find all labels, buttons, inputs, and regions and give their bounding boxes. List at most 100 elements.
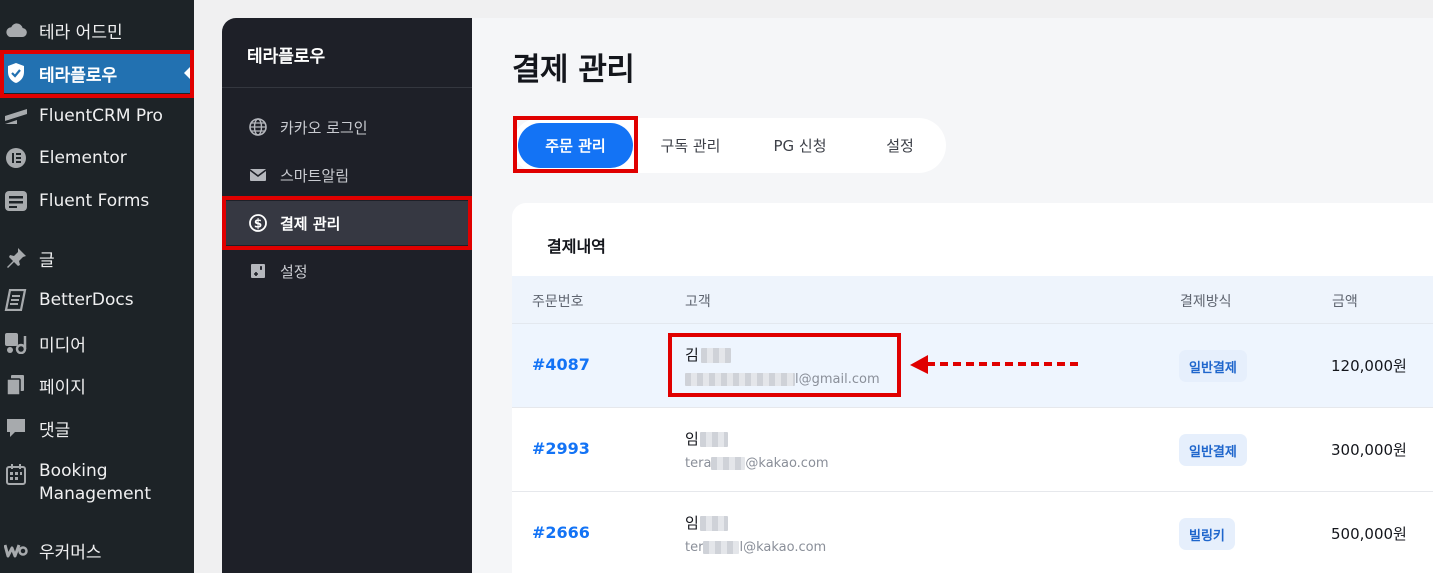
column-header-customer: 고객 [685, 294, 711, 310]
divider [222, 87, 472, 88]
customer-name-text: 임 [685, 514, 699, 532]
wp-menu-pages[interactable]: 페이지 [0, 365, 194, 405]
shield-icon [4, 61, 28, 85]
settings-icon [248, 261, 268, 281]
customer-name: 김 [685, 344, 731, 365]
customer-email-text: l@kakao.com [739, 540, 827, 555]
wp-menu-label-line2: Management [39, 484, 151, 504]
column-header-payment-method: 결제방식 [1180, 294, 1232, 310]
column-header-amount: 금액 [1332, 294, 1358, 310]
customer-email: tera @kakao.com [685, 456, 829, 471]
wp-menu-label: 글 [39, 250, 55, 271]
betterdocs-icon [4, 288, 28, 312]
plugin-sidebar: 테라플로우 카카오 로그인 스마트알림 $ 결제 관리 설정 [222, 18, 472, 573]
column-header-order-number: 주문번호 [532, 294, 584, 310]
main-content: 결제 관리 주문 관리 구독 관리 PG 신청 설정 결제내역 주문번호 고객 … [472, 18, 1433, 573]
plugin-nav-label: 설정 [280, 262, 308, 281]
customer-email-prefix: ter [685, 540, 704, 555]
amount-value: 120,000원 [1331, 357, 1407, 375]
active-menu-arrow [184, 67, 190, 79]
calendar-icon [4, 462, 28, 486]
wp-menu-label-line1: Booking [39, 461, 108, 481]
blurred-text [703, 541, 740, 554]
card-title: 결제내역 [547, 237, 606, 256]
payment-method-badge: 일반결제 [1179, 434, 1247, 466]
plugin-nav-kakao-login[interactable]: 카카오 로그인 [226, 105, 468, 149]
cloud-icon [4, 18, 28, 42]
pin-icon [4, 246, 28, 270]
plugin-nav-smart-alert[interactable]: 스마트알림 [226, 153, 468, 197]
wp-menu-label: 페이지 [39, 377, 86, 398]
plugin-nav-label: 카카오 로그인 [280, 118, 368, 137]
tab-order-management[interactable]: 주문 관리 [518, 123, 633, 168]
tab-pg-application[interactable]: PG 신청 [752, 123, 848, 168]
tab-subscription-management[interactable]: 구독 관리 [639, 123, 742, 168]
customer-name-text: 김 [685, 346, 699, 364]
order-number-link[interactable]: #4087 [532, 355, 590, 374]
amount-value: 300,000원 [1331, 441, 1407, 459]
blurred-text [699, 432, 728, 447]
wp-menu-posts[interactable]: 글 [0, 238, 194, 278]
plugin-nav-label: 스마트알림 [280, 166, 350, 185]
wp-menu-label: FluentCRM Pro [39, 106, 163, 126]
plugin-nav-settings[interactable]: 설정 [226, 249, 468, 293]
customer-email-prefix: tera [685, 456, 712, 471]
blurred-text [700, 348, 731, 363]
amount-value: 500,000원 [1331, 525, 1407, 543]
wp-menu-teraflow[interactable]: 테라플로우 [0, 53, 194, 93]
plugin-nav-label: 결제 관리 [280, 214, 341, 233]
plugin-nav-payment-management[interactable]: $ 결제 관리 [226, 201, 468, 245]
wp-menu-label: 미디어 [39, 335, 86, 356]
wp-menu-comments[interactable]: 댓글 [0, 408, 194, 448]
customer-email: ter l@kakao.com [685, 540, 826, 555]
fluentcrm-icon [4, 104, 28, 128]
elementor-icon [4, 146, 28, 170]
dollar-icon: $ [248, 213, 268, 233]
comment-icon [4, 416, 28, 440]
wp-menu-elementor[interactable]: Elementor [0, 138, 194, 178]
dashed-arrow-annotation [910, 355, 1078, 374]
wp-menu-label: 우커머스 [39, 542, 102, 563]
payment-method-badge: 일반결제 [1179, 350, 1247, 382]
tab-settings[interactable]: 설정 [858, 123, 942, 168]
wp-menu-betterdocs[interactable]: BetterDocs [0, 280, 194, 320]
order-number-link[interactable]: #2666 [532, 523, 590, 542]
wp-menu-woocommerce[interactable]: 우커머스 [0, 530, 194, 570]
mail-icon [248, 165, 268, 185]
customer-name-text: 임 [685, 430, 699, 448]
blurred-text [699, 516, 728, 531]
order-number-link[interactable]: #2993 [532, 439, 590, 458]
wp-menu-label: Fluent Forms [39, 191, 150, 211]
plugin-title: 테라플로우 [247, 47, 326, 67]
table-row[interactable]: #2666 임 ter l@kakao.com 빌링키 500,000원 [512, 492, 1433, 573]
wp-menu-label: Elementor [39, 148, 127, 168]
fluent-forms-icon [4, 189, 28, 213]
wp-menu-tera-admin[interactable]: 테라 어드민 [0, 10, 194, 50]
wp-menu-media[interactable]: 미디어 [0, 323, 194, 363]
tab-bar: 주문 관리 구독 관리 PG 신청 설정 [512, 118, 946, 173]
customer-name: 임 [685, 512, 728, 533]
page-title: 결제 관리 [512, 52, 635, 88]
blurred-text [685, 373, 795, 386]
table-row[interactable]: #2993 임 tera @kakao.com 일반결제 300,000원 [512, 408, 1433, 492]
media-icon [4, 331, 28, 355]
customer-email-text: l@gmail.com [795, 372, 880, 387]
wp-menu-fluentcrm[interactable]: FluentCRM Pro [0, 96, 194, 136]
pages-icon [4, 373, 28, 397]
wp-menu-label: 테라 어드민 [39, 22, 123, 43]
customer-email: l@gmail.com [685, 372, 880, 387]
woocommerce-icon [4, 538, 28, 562]
wp-menu-label: 테라플로우 [39, 65, 118, 86]
svg-text:$: $ [254, 217, 262, 231]
payment-method-badge: 빌링키 [1179, 518, 1235, 550]
payment-history-card: 결제내역 주문번호 고객 결제방식 금액 #4087 김 l@gmail.com… [512, 203, 1433, 573]
wp-admin-sidebar: 테라 어드민 테라플로우 FluentCRM Pro Elementor Flu… [0, 0, 194, 573]
customer-name: 임 [685, 428, 728, 449]
blurred-text [711, 457, 746, 470]
wp-menu-label: 댓글 [39, 420, 71, 441]
globe-icon [248, 117, 268, 137]
wp-menu-booking-management[interactable]: Booking Management [0, 460, 194, 514]
wp-menu-fluent-forms[interactable]: Fluent Forms [0, 181, 194, 221]
customer-email-text: @kakao.com [745, 456, 829, 471]
wp-menu-label: BetterDocs [39, 290, 134, 310]
